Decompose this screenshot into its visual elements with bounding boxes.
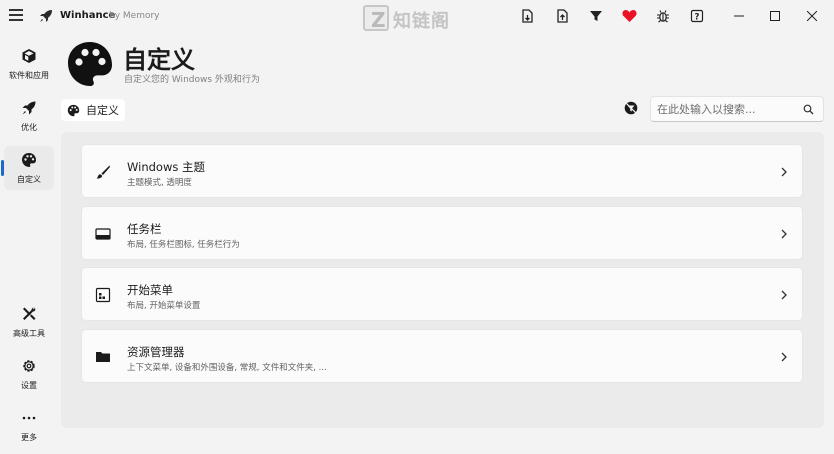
filter-off-icon[interactable] bbox=[624, 101, 638, 115]
app-window: Winhance by Memory Z 知链阁 ? 软件和应用 优化 自定义 … bbox=[0, 0, 834, 454]
sidebar-item-more[interactable]: 更多 bbox=[4, 404, 54, 448]
svg-text:?: ? bbox=[695, 13, 700, 23]
card-file-explorer[interactable]: 资源管理器 上下文菜单, 设备和外围设备, 常规, 文件和文件夹, ... bbox=[81, 329, 803, 383]
sidebar-item-settings[interactable]: 设置 bbox=[4, 352, 54, 396]
app-author: by Memory bbox=[109, 11, 160, 21]
page-subtitle: 自定义您的 Windows 外观和行为 bbox=[124, 75, 260, 85]
breadcrumb[interactable]: 自定义 bbox=[61, 99, 125, 121]
chevron-right-icon bbox=[781, 229, 787, 239]
palette-icon bbox=[67, 104, 80, 116]
help-icon[interactable]: ? bbox=[688, 7, 706, 25]
bug-icon[interactable] bbox=[654, 7, 672, 25]
sidebar-item-software-apps[interactable]: 软件和应用 bbox=[4, 42, 54, 86]
rocket-icon bbox=[40, 10, 52, 22]
heart-icon[interactable] bbox=[620, 7, 638, 25]
close-button[interactable] bbox=[801, 6, 823, 26]
breadcrumb-label: 自定义 bbox=[86, 104, 119, 117]
maximize-button[interactable] bbox=[764, 6, 786, 26]
chevron-right-icon bbox=[781, 290, 787, 300]
search-input[interactable] bbox=[657, 101, 797, 117]
import-config-icon[interactable] bbox=[553, 7, 571, 25]
filter-icon[interactable] bbox=[587, 7, 605, 25]
export-config-icon[interactable] bbox=[518, 7, 536, 25]
search-icon[interactable] bbox=[803, 104, 814, 115]
sidebar: 软件和应用 优化 自定义 高级工具 设置 更多 bbox=[0, 32, 58, 454]
app-name: Winhance bbox=[60, 10, 116, 21]
tools-icon bbox=[23, 307, 36, 320]
minimize-button[interactable] bbox=[728, 6, 750, 26]
rocket-icon bbox=[22, 101, 36, 115]
card-taskbar[interactable]: 任务栏 布局, 任务栏图标, 任务栏行为 bbox=[81, 206, 803, 260]
taskbar-icon bbox=[95, 228, 111, 240]
sidebar-item-optimize[interactable]: 优化 bbox=[4, 94, 54, 138]
folder-icon bbox=[96, 352, 110, 362]
search-box[interactable] bbox=[650, 96, 824, 122]
more-icon bbox=[22, 416, 36, 420]
watermark-logo: Z 知链阁 bbox=[363, 3, 475, 35]
brush-icon bbox=[96, 165, 110, 179]
menu-icon[interactable] bbox=[9, 9, 23, 23]
content-panel: Windows 主题 主题模式, 透明度 任务栏 布局, 任务栏图标, 任务栏行… bbox=[61, 132, 824, 428]
card-start-menu[interactable]: 开始菜单 布局, 开始菜单设置 bbox=[81, 267, 803, 321]
palette-icon bbox=[22, 153, 36, 167]
card-windows-theme[interactable]: Windows 主题 主题模式, 透明度 bbox=[81, 144, 803, 198]
palette-icon bbox=[68, 42, 112, 86]
gear-icon bbox=[23, 360, 35, 372]
page-title: 自定义 bbox=[123, 46, 195, 74]
start-menu-icon bbox=[95, 287, 111, 303]
sidebar-item-customize[interactable]: 自定义 bbox=[1, 146, 54, 190]
chevron-right-icon bbox=[781, 352, 787, 362]
sidebar-item-advanced-tools[interactable]: 高级工具 bbox=[4, 300, 54, 344]
title-bar: Winhance by Memory Z 知链阁 ? bbox=[0, 0, 834, 32]
chevron-right-icon bbox=[781, 167, 787, 177]
cube-icon bbox=[22, 49, 36, 63]
